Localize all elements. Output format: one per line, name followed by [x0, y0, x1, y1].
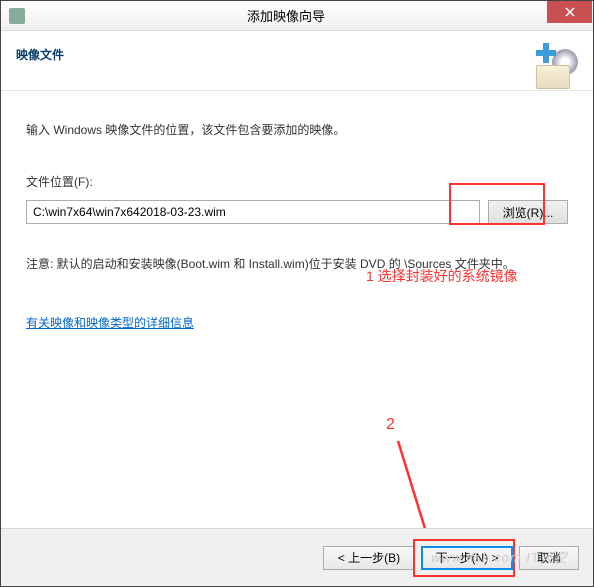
file-location-label: 文件位置(F): [26, 173, 568, 190]
cancel-button[interactable]: 取消 [519, 546, 579, 570]
window-title: 添加映像向导 [25, 6, 547, 25]
browse-button[interactable]: 浏览(R)... [488, 200, 568, 224]
file-path-input[interactable] [26, 200, 480, 224]
close-icon [565, 7, 575, 17]
titlebar: 添加映像向导 [1, 1, 593, 31]
add-image-icon [530, 41, 578, 89]
page-title: 映像文件 [16, 41, 530, 63]
back-button[interactable]: < 上一步(B) [323, 546, 415, 570]
wizard-footer: < 上一步(B) 下一步(N) > 取消 [1, 528, 593, 586]
app-icon [9, 8, 25, 24]
instruction-text: 输入 Windows 映像文件的位置，该文件包含要添加的映像。 [26, 121, 568, 138]
more-info-link[interactable]: 有关映像和映像类型的详细信息 [26, 316, 194, 330]
wizard-header: 映像文件 [1, 31, 593, 91]
next-button[interactable]: 下一步(N) > [421, 546, 513, 570]
close-button[interactable] [547, 1, 592, 23]
annotation-step2: 2 [386, 416, 395, 434]
wizard-content: 输入 Windows 映像文件的位置，该文件包含要添加的映像。 文件位置(F):… [1, 91, 593, 528]
annotation-step1: 1 选择封装好的系统镜像 [366, 266, 518, 286]
